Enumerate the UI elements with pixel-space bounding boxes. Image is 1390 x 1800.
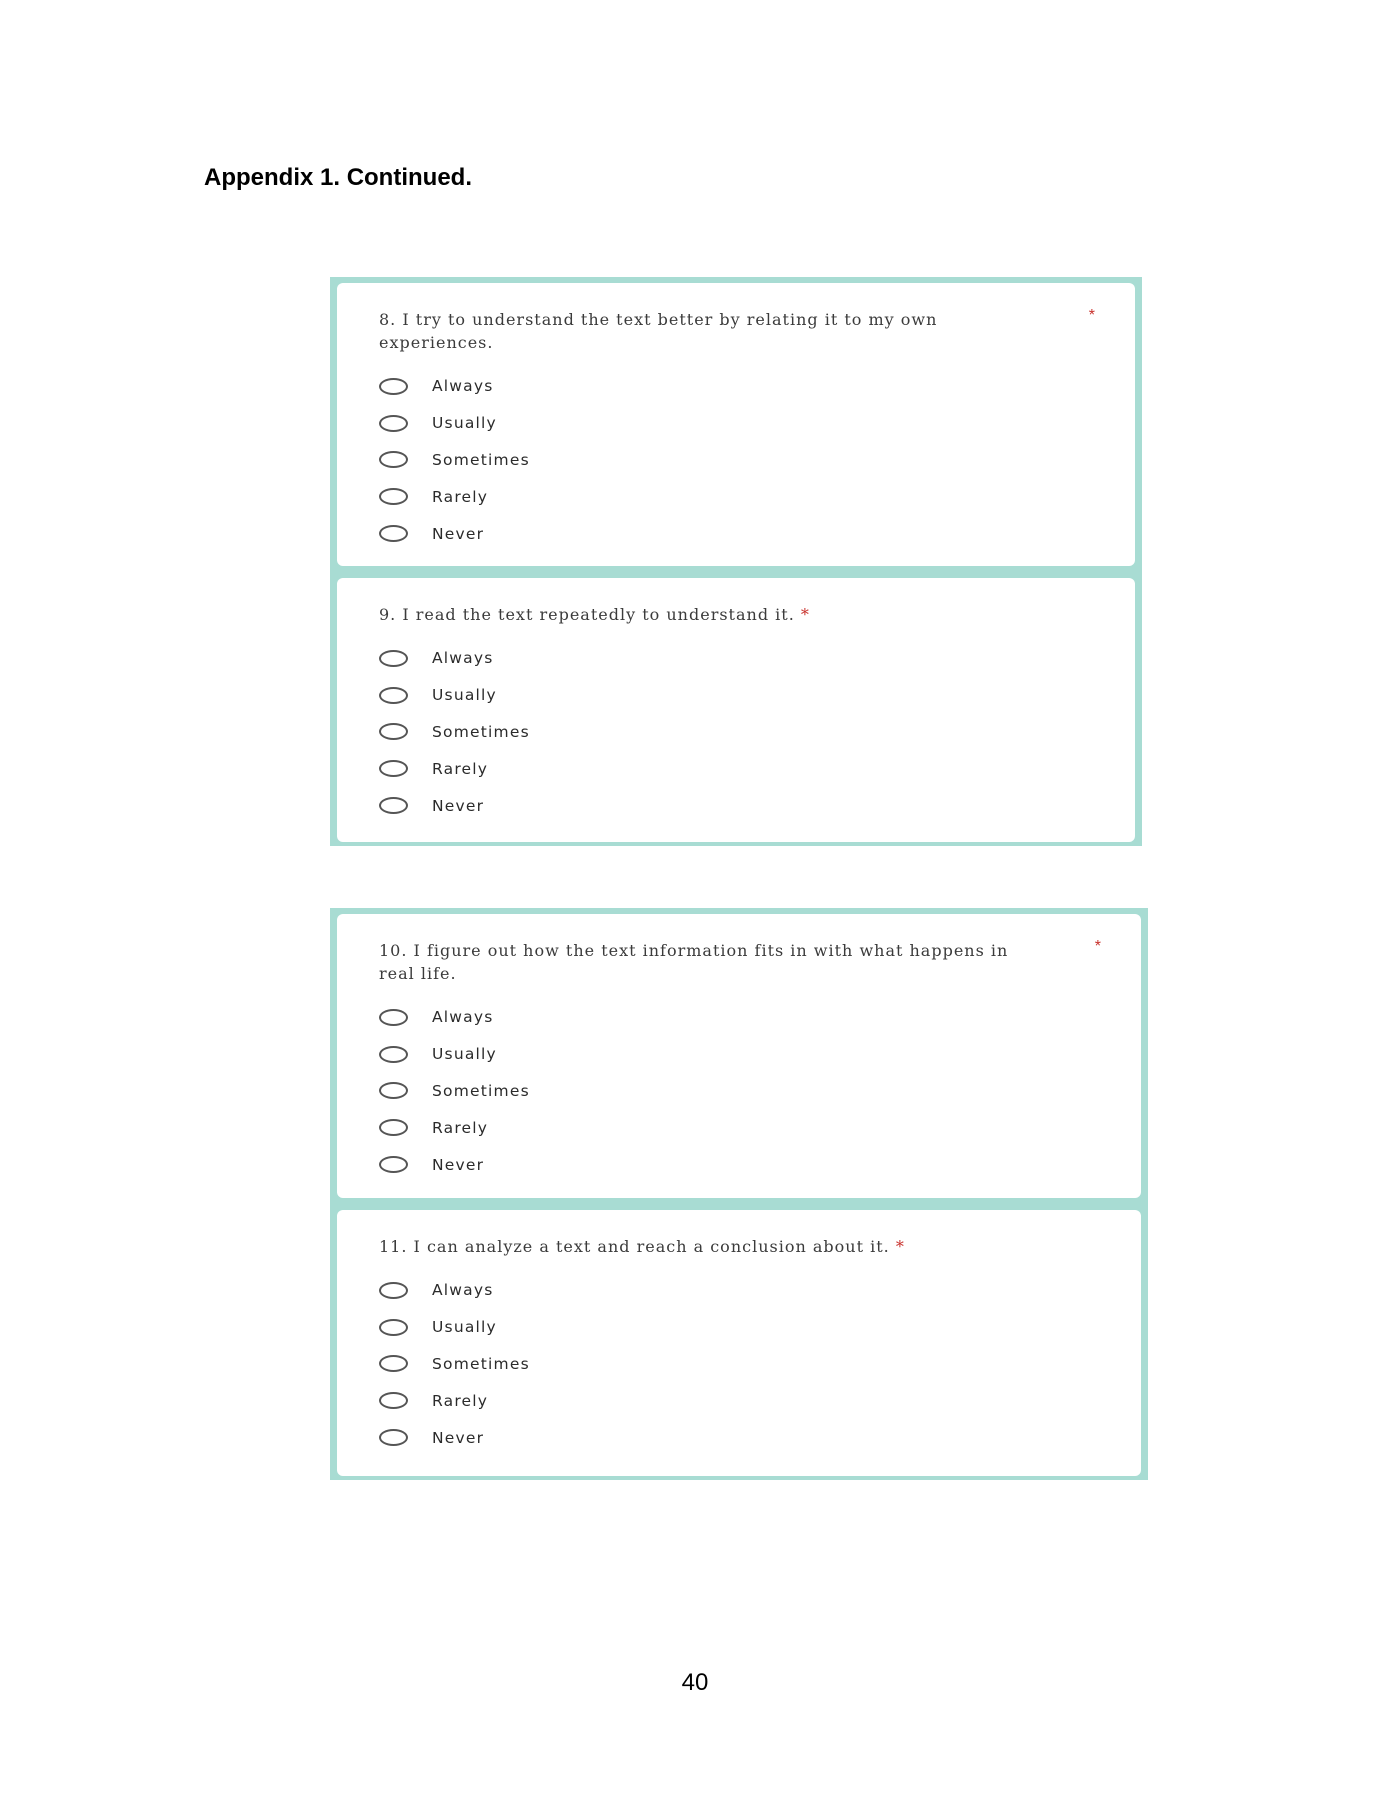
radio-button[interactable] <box>379 414 408 432</box>
option-never[interactable]: Never <box>379 1146 1099 1183</box>
option-label: Rarely <box>432 1118 489 1137</box>
required-asterisk: * <box>800 605 810 624</box>
option-always[interactable]: Always <box>379 999 1099 1036</box>
radio-button[interactable] <box>379 377 408 395</box>
radio-button[interactable] <box>379 1355 408 1373</box>
radio-button[interactable] <box>379 451 408 469</box>
option-label: Never <box>432 1428 485 1447</box>
radio-button[interactable] <box>379 488 408 506</box>
option-label: Sometimes <box>432 1081 530 1100</box>
option-rarely[interactable]: Rarely <box>379 1382 1099 1419</box>
question-text: 11. I can analyze a text and reach a con… <box>379 1235 1099 1258</box>
option-label: Always <box>432 1008 494 1027</box>
form-screenshot-2: 10. I figure out how the text informatio… <box>330 908 1148 1480</box>
option-list: Always Usually Sometimes Rarely Never <box>379 999 1099 1183</box>
radio-button[interactable] <box>379 686 408 704</box>
option-label: Never <box>432 524 485 543</box>
option-never[interactable]: Never <box>379 1419 1099 1456</box>
page-number: 40 <box>681 1669 709 1696</box>
option-label: Usually <box>432 686 497 705</box>
radio-button[interactable] <box>379 649 408 667</box>
question-text-body: 9. I read the text repeatedly to underst… <box>379 605 795 624</box>
radio-button[interactable] <box>379 1008 408 1026</box>
option-sometimes[interactable]: Sometimes <box>379 1346 1099 1383</box>
page-heading: Appendix 1. Continued. <box>204 164 472 191</box>
radio-button[interactable] <box>379 525 408 543</box>
option-label: Always <box>432 377 494 396</box>
option-label: Rarely <box>432 759 489 778</box>
question-card-11: 11. I can analyze a text and reach a con… <box>337 1210 1141 1476</box>
option-rarely[interactable]: Rarely <box>379 750 1093 787</box>
radio-button[interactable] <box>379 1119 408 1137</box>
question-text: 8. I try to understand the text better b… <box>379 310 938 352</box>
radio-button[interactable] <box>379 1392 408 1410</box>
question-card-10: 10. I figure out how the text informatio… <box>337 914 1141 1198</box>
option-sometimes[interactable]: Sometimes <box>379 442 1093 479</box>
option-always[interactable]: Always <box>379 368 1093 405</box>
option-always[interactable]: Always <box>379 1272 1099 1309</box>
question-text-body: 11. I can analyze a text and reach a con… <box>379 1237 890 1256</box>
required-asterisk: * <box>1088 307 1095 324</box>
option-sometimes[interactable]: Sometimes <box>379 714 1093 751</box>
option-label: Usually <box>432 414 497 433</box>
option-label: Usually <box>432 1318 497 1337</box>
radio-button[interactable] <box>379 1281 408 1299</box>
option-label: Never <box>432 1155 485 1174</box>
option-never[interactable]: Never <box>379 787 1093 824</box>
option-usually[interactable]: Usually <box>379 405 1093 442</box>
radio-button[interactable] <box>379 1318 408 1336</box>
option-label: Never <box>432 796 485 815</box>
option-label: Sometimes <box>432 722 530 741</box>
option-label: Sometimes <box>432 450 530 469</box>
question-card-8: 8. I try to understand the text better b… <box>337 283 1135 566</box>
radio-button[interactable] <box>379 1045 408 1063</box>
option-usually[interactable]: Usually <box>379 1036 1099 1073</box>
radio-button[interactable] <box>379 760 408 778</box>
option-label: Rarely <box>432 1391 489 1410</box>
option-never[interactable]: Never <box>379 515 1093 552</box>
radio-button[interactable] <box>379 1429 408 1447</box>
option-list: Always Usually Sometimes Rarely Never <box>379 1272 1099 1456</box>
radio-button[interactable] <box>379 1082 408 1100</box>
required-asterisk: * <box>895 1237 905 1256</box>
question-text: 9. I read the text repeatedly to underst… <box>379 603 1093 626</box>
option-always[interactable]: Always <box>379 640 1093 677</box>
radio-button[interactable] <box>379 797 408 815</box>
option-rarely[interactable]: Rarely <box>379 478 1093 515</box>
option-label: Rarely <box>432 487 489 506</box>
question-card-9: 9. I read the text repeatedly to underst… <box>337 578 1135 842</box>
radio-button[interactable] <box>379 723 408 741</box>
option-usually[interactable]: Usually <box>379 1309 1099 1346</box>
required-asterisk: * <box>1094 938 1101 955</box>
option-label: Usually <box>432 1045 497 1064</box>
radio-button[interactable] <box>379 1156 408 1174</box>
option-label: Sometimes <box>432 1354 530 1373</box>
question-text: 10. I figure out how the text informatio… <box>379 941 1009 983</box>
option-rarely[interactable]: Rarely <box>379 1109 1099 1146</box>
option-label: Always <box>432 1281 494 1300</box>
option-usually[interactable]: Usually <box>379 677 1093 714</box>
form-screenshot-1: 8. I try to understand the text better b… <box>330 277 1142 846</box>
option-sometimes[interactable]: Sometimes <box>379 1073 1099 1110</box>
option-list: Always Usually Sometimes Rarely Never <box>379 368 1093 552</box>
option-list: Always Usually Sometimes Rarely Never <box>379 640 1093 824</box>
option-label: Always <box>432 649 494 668</box>
